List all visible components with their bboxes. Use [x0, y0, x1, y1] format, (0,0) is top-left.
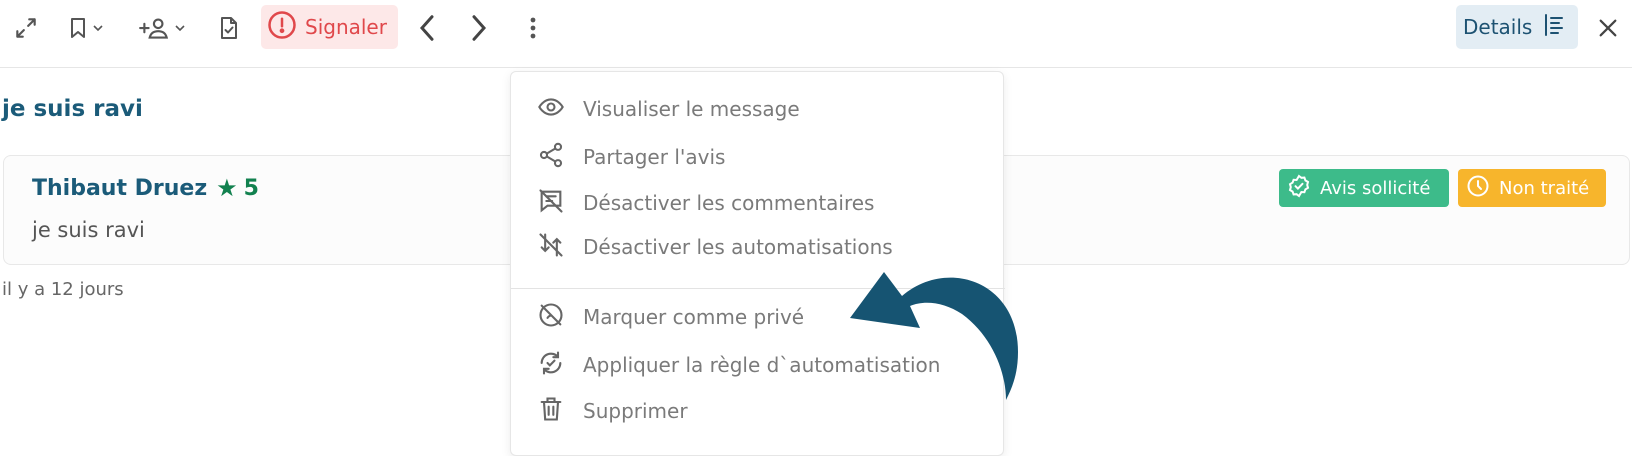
menu-item-share-review[interactable]: Partager l'avis [511, 135, 1005, 179]
rating-value: 5 [243, 175, 259, 201]
more-vertical-icon [529, 16, 537, 40]
eye-icon [537, 93, 565, 126]
bookmark-dropdown-button[interactable] [60, 6, 112, 50]
menu-item-label: Supprimer [583, 399, 688, 423]
menu-item-disable-comments[interactable]: Désactiver les commentaires [511, 181, 1005, 225]
chevron-down-icon [172, 20, 188, 36]
more-options-button[interactable] [520, 6, 546, 50]
private-icon [537, 301, 565, 334]
expand-icon[interactable] [8, 6, 44, 50]
next-button[interactable] [464, 6, 494, 50]
chevron-right-icon [468, 13, 490, 43]
menu-item-label: Marquer comme privé [583, 305, 805, 329]
add-user-icon [138, 15, 172, 41]
document-check-icon[interactable] [212, 6, 246, 50]
close-button[interactable] [1594, 6, 1622, 50]
chevron-down-icon [90, 20, 106, 36]
clock-icon [1466, 174, 1490, 203]
apply-rule-icon [537, 349, 565, 382]
comment-off-icon [537, 187, 565, 220]
details-button[interactable]: Details [1456, 5, 1578, 49]
close-icon [1597, 17, 1619, 39]
chevron-left-icon [416, 13, 438, 43]
details-list-icon [1542, 12, 1566, 43]
status-badge: Non traité [1458, 169, 1606, 207]
automation-off-icon [537, 231, 565, 264]
assign-user-button[interactable] [132, 6, 194, 50]
toolbar: Signaler Details [0, 0, 1632, 68]
trash-icon [537, 395, 565, 428]
share-icon [537, 141, 565, 174]
annotation-arrow-icon [850, 272, 1018, 400]
author-name: Thibaut Druez [32, 175, 208, 201]
menu-item-view-message[interactable]: Visualiser le message [511, 87, 1005, 131]
solicited-label: Avis sollicité [1320, 177, 1431, 199]
menu-item-label: Désactiver les commentaires [583, 191, 875, 215]
menu-item-label: Visualiser le message [583, 97, 800, 121]
status-label: Non traité [1499, 177, 1590, 199]
previous-button[interactable] [412, 6, 442, 50]
bookmark-icon [66, 15, 90, 41]
review-title: je suis ravi [2, 96, 143, 122]
review-author-row: Thibaut Druez ★ 5 [32, 174, 259, 202]
report-button[interactable]: Signaler [261, 5, 398, 49]
check-badge-icon [1287, 174, 1311, 203]
star-icon: ★ [216, 174, 238, 202]
review-timestamp: il y a 12 jours [2, 279, 124, 300]
solicited-badge: Avis sollicité [1279, 169, 1449, 207]
report-label: Signaler [305, 15, 387, 39]
menu-item-label: Désactiver les automatisations [583, 235, 893, 259]
menu-item-label: Partager l'avis [583, 145, 726, 169]
review-detail-panel: Signaler Details je suis ravi Thibaut Dr… [0, 0, 1632, 456]
review-text: je suis ravi [32, 218, 145, 242]
details-label: Details [1463, 15, 1533, 39]
alert-icon [267, 10, 297, 45]
